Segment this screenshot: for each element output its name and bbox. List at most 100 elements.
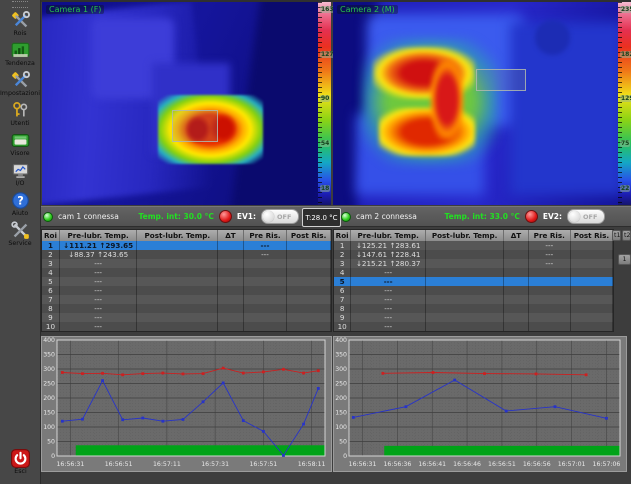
table-row[interactable]: 1↓111.21 ↑293.65---	[42, 241, 331, 250]
table-row[interactable]: 7---	[42, 295, 331, 304]
table-row[interactable]: 3↓215.21 ↑280.37---	[334, 259, 613, 268]
table-row[interactable]: 1↓125.21 ↑283.61---	[334, 241, 613, 250]
table-row[interactable]: 10---	[42, 322, 331, 331]
post-ris-cell	[287, 304, 331, 313]
table-row[interactable]: 5---	[42, 277, 331, 286]
table-row[interactable]: 7---	[334, 295, 613, 304]
roi-cell: 5	[42, 277, 60, 286]
roi-cell: 4	[334, 268, 351, 277]
post-lubr-temp-cell	[426, 241, 504, 250]
post-ris-cell	[571, 322, 613, 331]
temperature-readout-box: T:28.0 °C	[302, 208, 341, 227]
connection-led-2	[341, 212, 351, 222]
column-header: Roi	[42, 230, 60, 241]
svg-text:200: 200	[335, 395, 347, 402]
sidebar-item-tendenza[interactable]: Tendenza	[0, 40, 40, 67]
table-row[interactable]: 2↓88.37 ↑243.65---	[42, 250, 331, 259]
roi-cell: 2	[42, 250, 60, 259]
camera-1-status: cam 1 connessa Temp. int: 30.0 °C EV1: O…	[43, 207, 299, 226]
settings-tools-icon	[10, 70, 30, 90]
ev2-red-button[interactable]	[525, 210, 538, 223]
svg-text:50: 50	[47, 439, 55, 446]
post-ris-cell	[571, 268, 613, 277]
table-row[interactable]: 6---	[334, 286, 613, 295]
table-row[interactable]: 4---	[334, 268, 613, 277]
svg-text:16:56:31: 16:56:31	[57, 461, 85, 468]
colorbar-label: 54	[320, 140, 330, 147]
ev1-red-button[interactable]	[219, 210, 232, 223]
table-row[interactable]: 6---	[42, 286, 331, 295]
column-header: Post-lubr. Temp.	[426, 230, 504, 241]
roi-cell: 9	[42, 313, 60, 322]
sidebar-item-utenti[interactable]: Utenti	[0, 100, 40, 127]
post-ris-cell	[571, 313, 613, 322]
column-header: Post-lubr. Temp.	[137, 230, 218, 241]
post-lubr-temp-cell	[426, 304, 504, 313]
svg-text:200: 200	[43, 395, 55, 402]
sidebar-item-label: Aiuto	[12, 210, 28, 217]
sidebar-item-rois[interactable]: Rois	[0, 10, 40, 37]
svg-text:100: 100	[335, 424, 347, 431]
column-header: ΔT	[218, 230, 243, 241]
post-lubr-temp-cell	[426, 286, 504, 295]
post-ris-cell	[287, 241, 331, 250]
sidebar-item-impostazioni[interactable]: Impostazioni	[0, 70, 40, 97]
sidebar-item-esci[interactable]: Esci	[0, 448, 41, 475]
sidebar-item-service[interactable]: Service	[0, 220, 40, 247]
roi-table-camera-2: RoiPre-lubr. Temp.Post-lubr. Temp.ΔTPre …	[333, 229, 614, 332]
camera-2-status: cam 2 connessa Temp. int: 33.0 °C EV2: O…	[341, 207, 605, 226]
roi-cell: 8	[334, 304, 351, 313]
table-header-row: RoiPre-lubr. Temp.Post-lubr. Temp.ΔTPre …	[334, 230, 613, 241]
table-row[interactable]: 8---	[42, 304, 331, 313]
table-row[interactable]: 3---	[42, 259, 331, 268]
post-lubr-temp-cell	[137, 295, 218, 304]
roi-cell: 4	[42, 268, 60, 277]
sidebar-item-label: I/O	[16, 180, 25, 187]
table-side-buttons: t1 t2 1	[615, 230, 631, 332]
pre-lubr-temp-cell: ---	[60, 286, 137, 295]
ev2-toggle[interactable]: OFF	[567, 209, 605, 224]
pre-lubr-temp-cell: ---	[60, 259, 137, 268]
table-row[interactable]: 10---	[334, 322, 613, 331]
pre-ris-cell	[529, 268, 571, 277]
svg-text:16:56:51: 16:56:51	[488, 461, 516, 468]
sidebar-item-visore[interactable]: Visore	[0, 130, 40, 157]
colorbar-label: 22	[620, 185, 630, 192]
t2-button[interactable]: t2	[622, 230, 631, 241]
table-row[interactable]: 9---	[42, 313, 331, 322]
camera-1-title: Camera 1 (F)	[46, 5, 104, 14]
pre-ris-cell	[529, 322, 571, 331]
post-lubr-temp-cell	[137, 259, 218, 268]
sidebar-item-i-o[interactable]: I/O	[0, 160, 40, 187]
delta-t-cell	[504, 241, 529, 250]
power-icon	[11, 448, 31, 468]
connection-led-1	[43, 212, 53, 222]
sidebar-grip[interactable]	[12, 1, 28, 8]
post-ris-cell	[287, 295, 331, 304]
table-row[interactable]: 4---	[42, 268, 331, 277]
sidebar-item-aiuto[interactable]: ?Aiuto	[0, 190, 40, 217]
pre-lubr-temp-cell: ↓125.21 ↑283.61	[351, 241, 426, 250]
t1-button[interactable]: t1	[612, 230, 621, 241]
post-ris-cell	[287, 250, 331, 259]
pre-ris-cell	[244, 322, 288, 331]
pre-ris-cell	[244, 286, 288, 295]
table-row[interactable]: 5---	[334, 277, 613, 286]
sidebar-items: Rois Tendenza Impostazioni Utenti Visore I/O?…	[0, 10, 40, 247]
post-lubr-temp-cell	[137, 250, 218, 259]
pre-ris-cell: ---	[529, 241, 571, 250]
sidebar-item-label: Rois	[14, 30, 27, 37]
table-row[interactable]: 8---	[334, 304, 613, 313]
svg-text:16:58:11: 16:58:11	[298, 461, 326, 468]
sidebar-item-label: Tendenza	[5, 60, 35, 67]
table-row[interactable]: 9---	[334, 313, 613, 322]
svg-text:250: 250	[43, 381, 55, 388]
post-ris-cell	[571, 259, 613, 268]
post-lubr-temp-cell	[426, 277, 504, 286]
svg-text:16:57:51: 16:57:51	[249, 461, 277, 468]
pre-lubr-temp-cell: ---	[351, 295, 426, 304]
roi-page-button[interactable]: 1	[618, 254, 631, 265]
table-row[interactable]: 2↓147.61 ↑228.41---	[334, 250, 613, 259]
ev1-toggle[interactable]: OFF	[261, 209, 299, 224]
post-lubr-temp-cell	[137, 277, 218, 286]
